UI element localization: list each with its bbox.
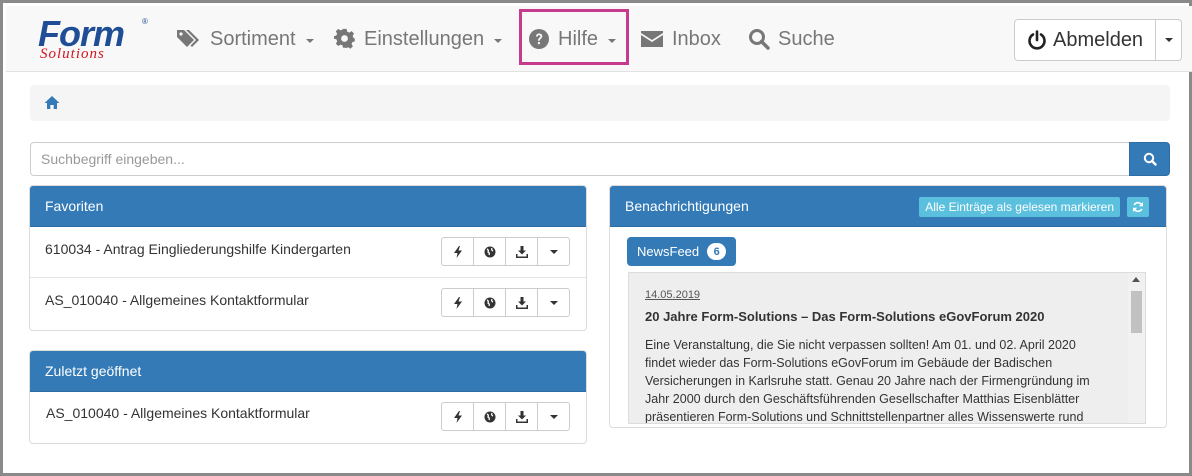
logout-dropdown-toggle[interactable] xyxy=(1156,19,1183,61)
search-button[interactable] xyxy=(1129,142,1170,176)
recent-item-label[interactable]: AS_010040 - Allgemeines Kontaktformular xyxy=(46,405,310,421)
app-window: Form ® Solutions Sortiment Einstellungen xyxy=(0,0,1192,476)
notifications-panel: Benachrichtigungen Alle Einträge als gel… xyxy=(609,185,1167,428)
chevron-down-icon xyxy=(1164,38,1173,42)
nav-einstellungen-label: Einstellungen xyxy=(364,27,485,50)
envelope-icon xyxy=(641,31,663,47)
news-item: 14.05.2019 20 Jahre Form-Solutions – Das… xyxy=(628,272,1146,424)
chevron-down-icon xyxy=(305,38,314,43)
nav-inbox[interactable]: Inbox xyxy=(640,6,721,72)
news-scrollbar[interactable] xyxy=(1128,273,1145,423)
logo-subtitle: Solutions xyxy=(40,46,105,62)
scrollbar-thumb[interactable] xyxy=(1131,291,1142,333)
logout-label: Abmelden xyxy=(1053,28,1144,51)
list-item: AS_010040 - Allgemeines Kontaktformular xyxy=(30,392,586,443)
bolt-icon xyxy=(453,245,462,258)
quick-start-button[interactable] xyxy=(441,288,474,317)
download-icon xyxy=(515,410,528,423)
newsfeed-label: NewsFeed xyxy=(637,244,700,259)
tab-newsfeed[interactable]: NewsFeed 6 xyxy=(627,237,737,266)
tags-icon xyxy=(177,30,199,47)
chevron-down-icon xyxy=(549,414,558,419)
notifications-title: Benachrichtigungen xyxy=(625,198,749,214)
download-button[interactable] xyxy=(505,288,538,317)
newsfeed-count-badge: 6 xyxy=(707,243,727,260)
form-solutions-logo[interactable]: Form ® Solutions xyxy=(38,16,150,66)
refresh-icon xyxy=(1133,201,1143,213)
download-button[interactable] xyxy=(505,237,538,266)
favorites-heading: Favoriten xyxy=(30,186,586,227)
globe-icon xyxy=(484,246,495,257)
item-action-group xyxy=(441,288,570,317)
more-options-dropdown[interactable] xyxy=(537,237,570,266)
list-item: 610034 - Antrag Eingliederungshilfe Kind… xyxy=(30,227,586,278)
search-icon xyxy=(749,29,770,50)
favorite-item-label[interactable]: AS_010040 - Allgemeines Kontaktformular xyxy=(45,292,309,308)
globe-icon xyxy=(484,411,495,422)
nav-suche[interactable]: Suche xyxy=(748,6,835,72)
chevron-down-icon xyxy=(549,249,558,254)
nav-einstellungen[interactable]: Einstellungen xyxy=(334,6,503,72)
search-input[interactable] xyxy=(30,142,1130,176)
download-button[interactable] xyxy=(505,402,538,431)
more-options-dropdown[interactable] xyxy=(537,288,570,317)
more-options-dropdown[interactable] xyxy=(537,402,570,431)
list-item: AS_010040 - Allgemeines Kontaktformular xyxy=(30,278,586,329)
download-icon xyxy=(515,245,528,258)
chevron-down-icon xyxy=(549,300,558,305)
quick-start-button[interactable] xyxy=(441,402,474,431)
logo-registered-mark: ® xyxy=(142,17,148,26)
mark-all-read-button[interactable]: Alle Einträge als gelesen markieren xyxy=(919,197,1120,217)
chevron-down-icon xyxy=(494,38,503,43)
online-form-button[interactable] xyxy=(473,402,506,431)
favorite-item-label[interactable]: 610034 - Antrag Eingliederungshilfe Kind… xyxy=(45,241,351,257)
news-body: Eine Veranstaltung, die Sie nicht verpas… xyxy=(645,338,1090,424)
news-date[interactable]: 14.05.2019 xyxy=(645,289,1105,301)
bolt-icon xyxy=(453,410,462,423)
recent-heading: Zuletzt geöffnet xyxy=(30,351,586,392)
nav-sortiment[interactable]: Sortiment xyxy=(176,6,314,72)
item-action-group xyxy=(441,402,570,431)
hilfe-highlight-frame xyxy=(519,9,629,65)
notifications-heading: Benachrichtigungen Alle Einträge als gel… xyxy=(610,186,1166,227)
bolt-icon xyxy=(453,296,462,309)
breadcrumb xyxy=(30,85,1170,121)
recent-panel: Zuletzt geöffnet AS_010040 - Allgemeines… xyxy=(29,350,587,444)
globe-icon xyxy=(484,297,495,308)
logout-button-group: Abmelden xyxy=(1014,19,1183,61)
item-action-group xyxy=(441,237,570,266)
news-title: 20 Jahre Form-Solutions – Das Form-Solut… xyxy=(645,309,1045,324)
gear-icon xyxy=(334,28,355,49)
scroll-up-arrow-icon[interactable] xyxy=(1132,277,1140,282)
top-navbar: Form ® Solutions Sortiment Einstellungen xyxy=(6,6,1192,72)
logout-button[interactable]: Abmelden xyxy=(1014,19,1157,61)
news-content: 14.05.2019 20 Jahre Form-Solutions – Das… xyxy=(645,289,1105,424)
nav-suche-label: Suche xyxy=(778,27,835,50)
search-icon xyxy=(1143,152,1157,166)
quick-start-button[interactable] xyxy=(441,237,474,266)
nav-inbox-label: Inbox xyxy=(672,27,721,50)
home-icon[interactable] xyxy=(44,95,60,110)
nav-sortiment-label: Sortiment xyxy=(210,27,296,50)
online-form-button[interactable] xyxy=(473,237,506,266)
favorites-panel: Favoriten 610034 - Antrag Eingliederungs… xyxy=(29,185,587,331)
online-form-button[interactable] xyxy=(473,288,506,317)
refresh-button[interactable] xyxy=(1127,197,1149,217)
download-icon xyxy=(515,296,528,309)
power-icon xyxy=(1028,30,1046,50)
